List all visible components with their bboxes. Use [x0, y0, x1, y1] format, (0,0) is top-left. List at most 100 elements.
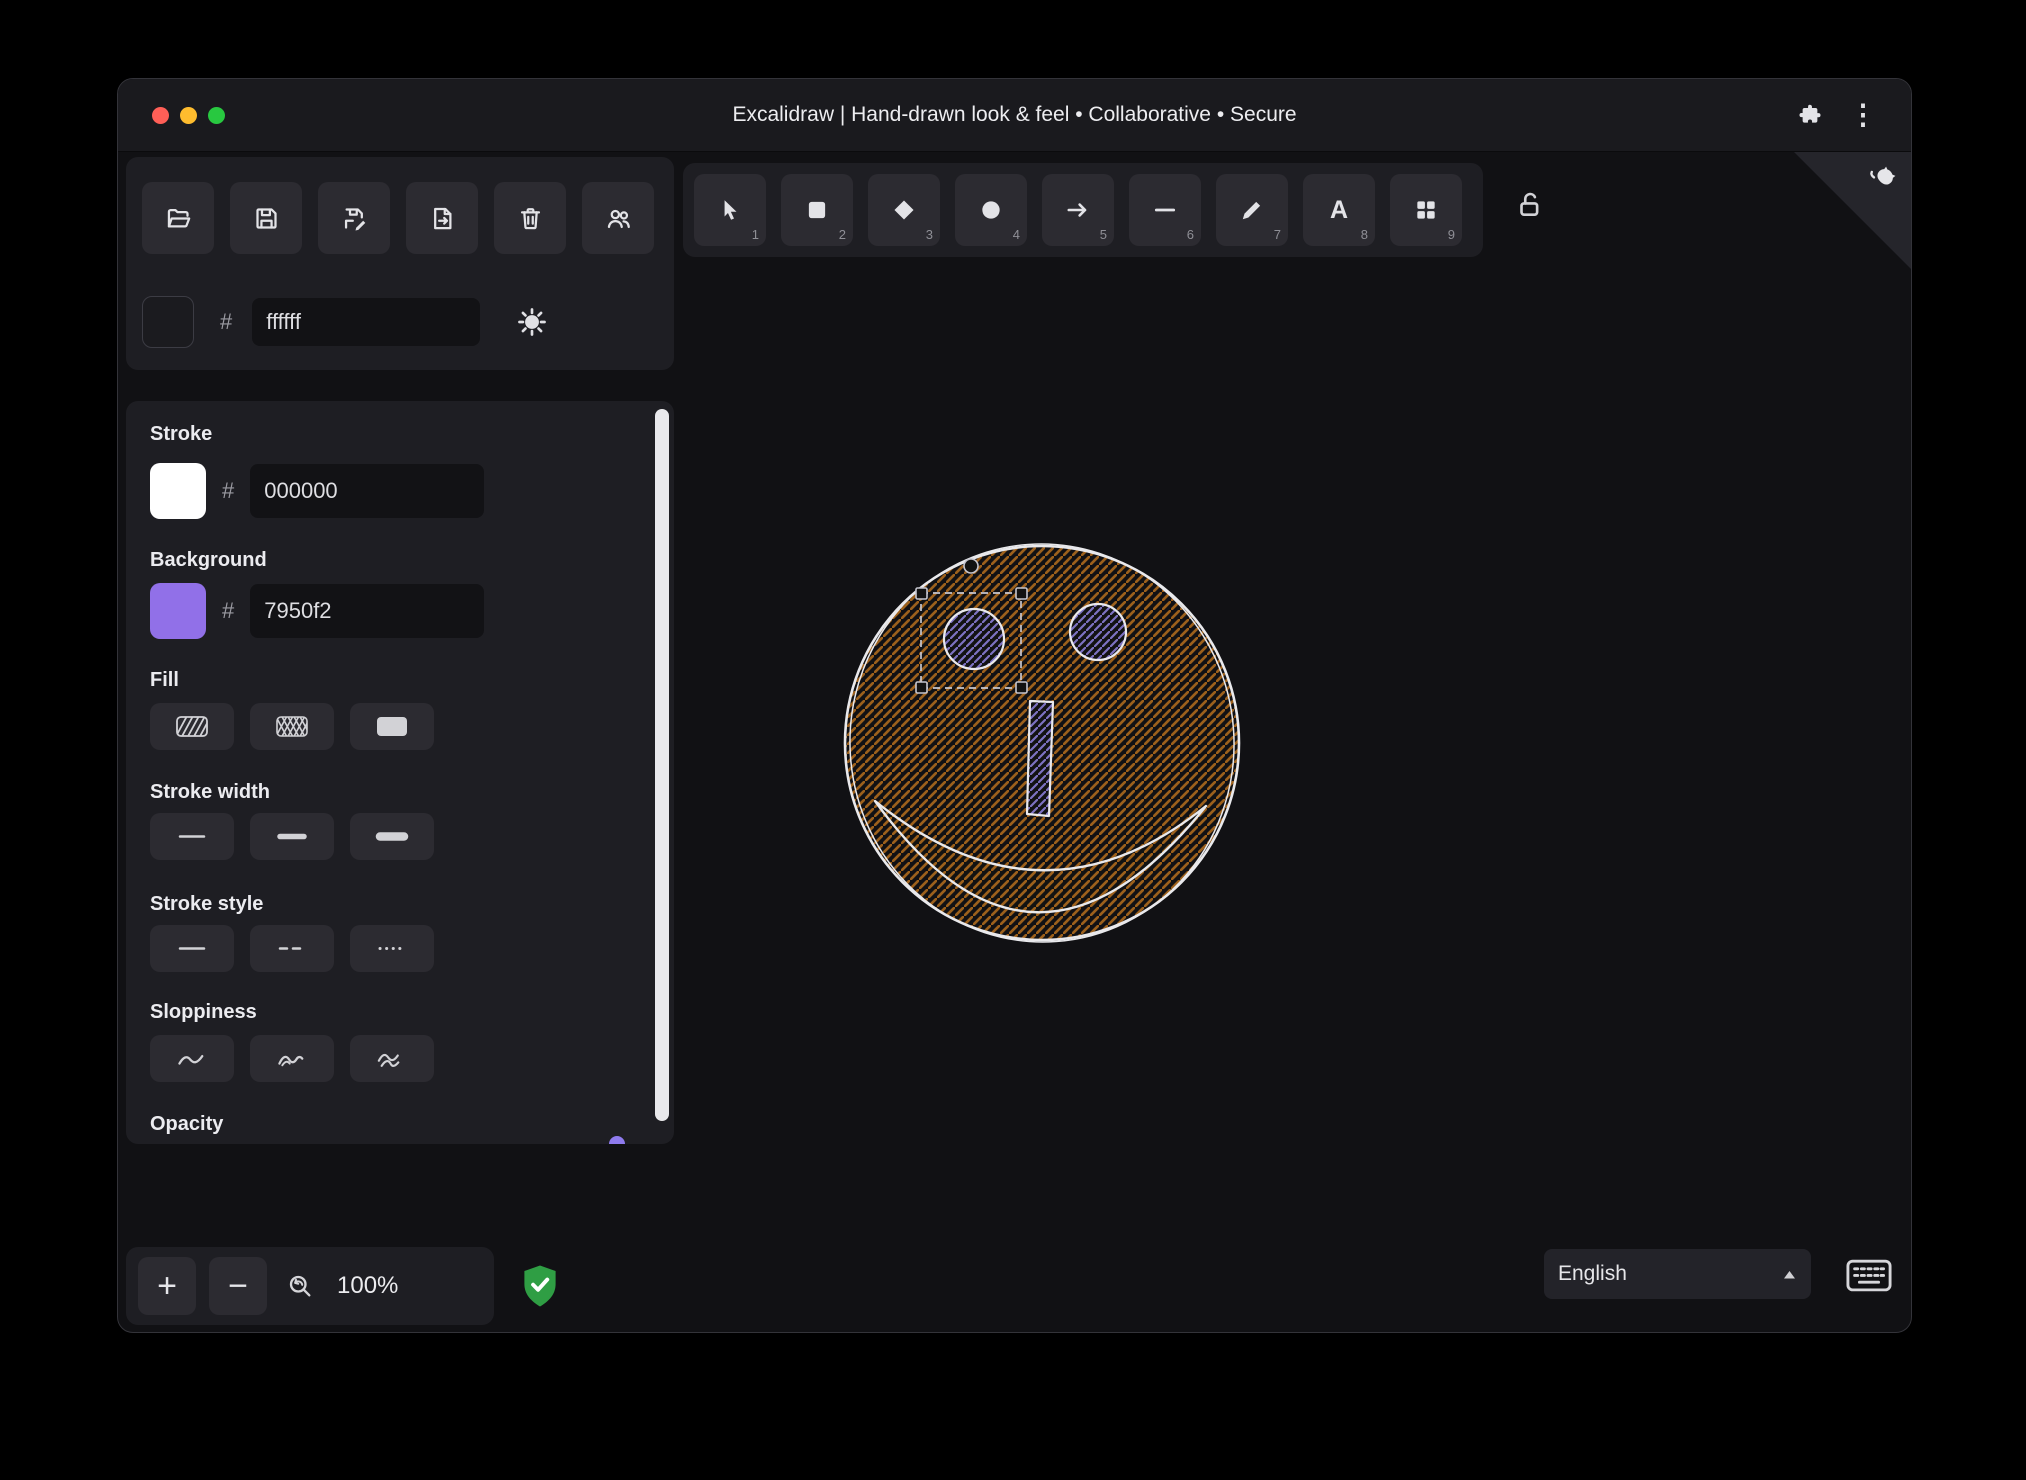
dashed-stroke-icon: [275, 937, 309, 960]
selection-handle-sw[interactable]: [915, 681, 928, 694]
tool-draw[interactable]: 7: [1216, 174, 1288, 246]
clear-canvas-button[interactable]: [494, 182, 566, 254]
stroke-color-swatch[interactable]: [150, 463, 206, 519]
stroke-width-bold-button[interactable]: [250, 813, 334, 860]
tool-shortcut: 9: [1447, 227, 1455, 242]
stroke-width-thin-button[interactable]: [150, 813, 234, 860]
tool-shortcut: 2: [838, 227, 846, 242]
octocat-icon: [1856, 156, 1907, 207]
tool-library[interactable]: 9: [1390, 174, 1462, 246]
selection-handle-ne[interactable]: [1015, 587, 1028, 600]
maximize-window-button[interactable]: [208, 107, 225, 124]
minimize-window-button[interactable]: [180, 107, 197, 124]
stroke-style-label: Stroke style: [150, 893, 264, 915]
panel-scrollbar-thumb[interactable]: [655, 409, 669, 1121]
hash-symbol: #: [220, 309, 233, 334]
chevron-up-icon: [1782, 1269, 1797, 1280]
theme-toggle-sun-icon[interactable]: [516, 306, 548, 338]
hash-symbol: #: [222, 598, 235, 623]
arrow-icon: [1065, 197, 1091, 223]
hash-symbol: #: [222, 478, 235, 503]
background-label: Background: [150, 549, 267, 571]
thin-line-icon: [175, 825, 209, 848]
tool-rectangle[interactable]: 2: [781, 174, 853, 246]
folder-open-icon: [165, 205, 192, 232]
solid-stroke-icon: [175, 937, 209, 960]
encryption-shield-badge[interactable]: [520, 1263, 560, 1309]
people-icon: [605, 205, 632, 232]
sloppiness-architect-button[interactable]: [150, 1035, 234, 1082]
tool-ellipse[interactable]: 4: [955, 174, 1027, 246]
zoom-out-button[interactable]: −: [209, 1257, 267, 1315]
overflow-menu-icon[interactable]: ⋮: [1849, 101, 1877, 129]
tool-shortcut: 4: [1012, 227, 1020, 242]
tool-shortcut: 1: [751, 227, 759, 242]
sloppiness-artist-button[interactable]: [250, 1035, 334, 1082]
tool-shortcut: 3: [925, 227, 933, 242]
app-window: Excalidraw | Hand-drawn look & feel • Co…: [117, 78, 1912, 1333]
collaborators-button[interactable]: [582, 182, 654, 254]
cross-hatch-icon: [275, 715, 309, 738]
solid-fill-icon: [375, 715, 409, 738]
canvas-background-hex-input[interactable]: [252, 298, 481, 346]
minus-icon: −: [228, 1266, 248, 1305]
keyboard-shortcuts-icon[interactable]: [1846, 1259, 1892, 1292]
tool-island: 1 2 3 4 5 6 7 A 8 9: [683, 163, 1483, 257]
save-as-icon: [341, 205, 368, 232]
tool-shortcut: 5: [1099, 227, 1107, 242]
close-window-button[interactable]: [152, 107, 169, 124]
stroke-hex-input[interactable]: [250, 464, 485, 518]
background-color-swatch[interactable]: [150, 583, 206, 639]
file-toolbar-island: #: [126, 157, 674, 370]
sloppiness-label: Sloppiness: [150, 1001, 257, 1023]
tool-selection[interactable]: 1: [694, 174, 766, 246]
zoom-in-button[interactable]: +: [138, 1257, 196, 1315]
sloppiness-cartoonist-button[interactable]: [350, 1035, 434, 1082]
stroke-style-dashed-button[interactable]: [250, 925, 334, 972]
rectangle-icon: [804, 197, 830, 223]
line-icon: [1152, 197, 1178, 223]
library-grid-icon: [1413, 197, 1439, 223]
background-hex-input[interactable]: [250, 584, 485, 638]
drawing-smiley-face[interactable]: [837, 531, 1248, 955]
language-select[interactable]: English: [1544, 1249, 1811, 1299]
cartoonist-icon: [376, 1048, 408, 1070]
opacity-label: Opacity: [150, 1113, 224, 1135]
window-title: Excalidraw | Hand-drawn look & feel • Co…: [732, 103, 1297, 126]
open-file-button[interactable]: [142, 182, 214, 254]
extra-bold-line-icon: [375, 825, 409, 848]
selection-handle-nw[interactable]: [915, 587, 928, 600]
rotation-handle[interactable]: [963, 558, 979, 574]
lock-open-icon[interactable]: [1514, 189, 1544, 219]
text-tool-icon: A: [1329, 195, 1349, 224]
tool-diamond[interactable]: 3: [868, 174, 940, 246]
stroke-style-dotted-button[interactable]: [350, 925, 434, 972]
artist-icon: [276, 1048, 308, 1070]
tool-arrow[interactable]: 5: [1042, 174, 1114, 246]
pencil-icon: [1239, 197, 1265, 223]
fill-hachure-button[interactable]: [150, 703, 234, 750]
tool-line[interactable]: 6: [1129, 174, 1201, 246]
plus-icon: +: [157, 1266, 177, 1305]
tool-shortcut: 6: [1186, 227, 1194, 242]
selection-handle-se[interactable]: [1015, 681, 1028, 694]
extension-puzzle-icon[interactable]: [1797, 102, 1823, 128]
export-button[interactable]: [406, 182, 478, 254]
stroke-width-extra-bold-button[interactable]: [350, 813, 434, 860]
tool-text[interactable]: A 8: [1303, 174, 1375, 246]
opacity-slider-thumb[interactable]: [609, 1136, 625, 1144]
language-value: English: [1558, 1262, 1627, 1285]
stroke-style-solid-button[interactable]: [150, 925, 234, 972]
reset-zoom-icon[interactable]: [286, 1272, 314, 1300]
stroke-label: Stroke: [150, 423, 213, 445]
properties-panel: Stroke # Background # Fill: [126, 401, 674, 1144]
canvas-background-swatch[interactable]: [142, 296, 194, 348]
save-as-button[interactable]: [318, 182, 390, 254]
fill-cross-hatch-button[interactable]: [250, 703, 334, 750]
dotted-stroke-icon: [375, 937, 409, 960]
fill-solid-button[interactable]: [350, 703, 434, 750]
zoom-level[interactable]: 100%: [337, 1272, 398, 1300]
save-button[interactable]: [230, 182, 302, 254]
diamond-icon: [891, 197, 917, 223]
save-floppy-icon: [253, 205, 280, 232]
